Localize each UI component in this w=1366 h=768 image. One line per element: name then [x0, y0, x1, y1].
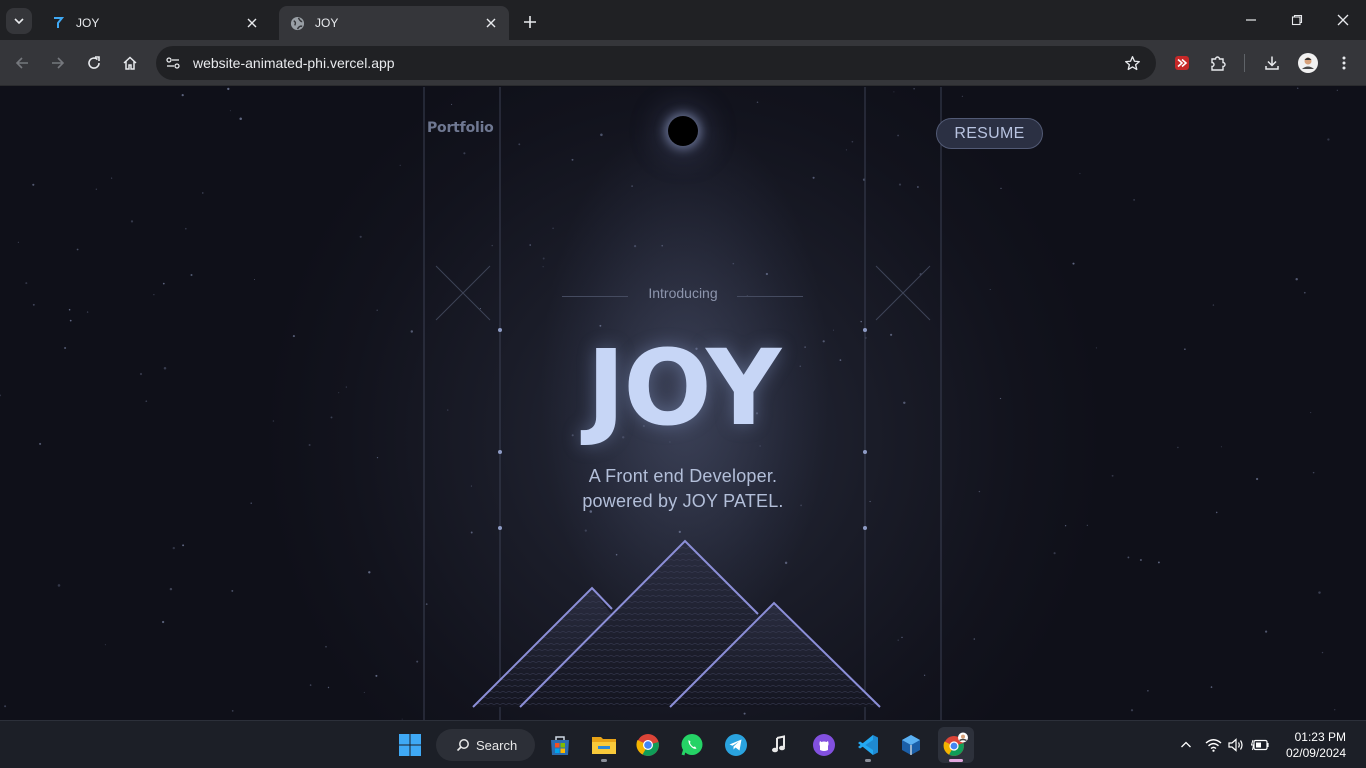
browser-toolbar: website-animated-phi.vercel.app [0, 40, 1366, 86]
home-button[interactable] [116, 49, 144, 77]
search-icon [456, 739, 469, 752]
resume-button[interactable]: RESUME [936, 118, 1043, 149]
tab-title: JOY [76, 16, 100, 30]
tab-search-button[interactable] [6, 8, 32, 34]
web-page: Portfolio RESUME Introducing JOY A Front… [0, 87, 1366, 720]
music-app-icon [772, 735, 785, 753]
tab-title: JOY [315, 16, 339, 30]
taskbar-whatsapp[interactable] [674, 727, 710, 763]
download-icon [1265, 56, 1279, 70]
toolbar-divider [1244, 54, 1245, 72]
system-clock[interactable]: 01:23 PM 02/09/2024 [1286, 729, 1346, 761]
browser-tab-bar: JOY JOY [0, 0, 1366, 40]
restore-button[interactable] [1282, 6, 1312, 34]
tab-joy-active[interactable]: JOY [279, 6, 509, 40]
close-tab-icon[interactable] [244, 15, 260, 31]
running-indicator [601, 759, 607, 762]
chrome-profile-icon [943, 732, 968, 756]
restore-icon [1291, 14, 1303, 26]
globe-icon [289, 15, 305, 31]
github-desktop-icon [813, 734, 835, 756]
plus-icon [524, 16, 536, 28]
telegram-icon [725, 734, 747, 756]
tab-joy-inactive[interactable]: JOY [40, 6, 270, 40]
puzzle-icon [1211, 56, 1226, 71]
arrow-left-icon [15, 57, 28, 69]
avatar [1298, 53, 1318, 73]
hero-tagline: A Front end Developer. [588, 466, 778, 486]
back-button[interactable] [8, 49, 36, 77]
taskbar-github-desktop[interactable] [806, 727, 842, 763]
close-tab-icon[interactable] [483, 15, 499, 31]
taskbar-music[interactable] [762, 727, 798, 763]
virtualbox-icon [902, 735, 920, 755]
file-explorer-icon [592, 737, 616, 754]
battery-charging-icon [1251, 739, 1269, 751]
whatsapp-icon [681, 734, 703, 756]
windows-start-icon [399, 734, 421, 756]
battery-button[interactable] [1250, 733, 1270, 757]
intro-text: Introducing [648, 285, 718, 301]
home-icon [123, 56, 137, 70]
search-label: Search [476, 737, 518, 753]
extension-red-icon [1175, 56, 1189, 70]
clock-date: 02/09/2024 [1285, 746, 1346, 760]
downloads-button[interactable] [1258, 49, 1286, 77]
start-button[interactable] [392, 727, 428, 763]
site-info-icon[interactable] [162, 52, 184, 74]
taskbar-search[interactable]: Search [436, 729, 535, 761]
chrome-icon [636, 734, 659, 756]
hero-title: JOY [586, 327, 782, 449]
speaker-icon [1227, 738, 1243, 752]
portfolio-logo[interactable]: Portfolio [427, 120, 494, 136]
taskbar-chrome-profile[interactable] [938, 727, 974, 763]
extension-button[interactable] [1168, 49, 1196, 77]
close-window-button[interactable] [1328, 6, 1358, 34]
browser-menu-button[interactable] [1330, 49, 1358, 77]
arrow-right-icon [52, 57, 65, 69]
close-icon [1337, 14, 1349, 26]
new-tab-button[interactable] [518, 10, 542, 34]
running-indicator [865, 759, 871, 762]
profile-button[interactable] [1294, 49, 1322, 77]
extensions-menu-button[interactable] [1204, 49, 1232, 77]
bookmark-star-icon[interactable] [1120, 51, 1144, 75]
wifi-button[interactable] [1203, 733, 1223, 757]
taskbar-vscode[interactable] [850, 727, 886, 763]
taskbar-telegram[interactable] [718, 727, 754, 763]
show-hidden-icons-button[interactable] [1176, 733, 1196, 757]
minimize-icon [1246, 19, 1256, 21]
url-text[interactable]: website-animated-phi.vercel.app [193, 55, 1120, 71]
windows-taskbar: Search 01:23 PM 02/09/2024 [0, 720, 1366, 768]
joy-logo-icon [50, 15, 66, 31]
wifi-icon [1205, 739, 1221, 752]
volume-button[interactable] [1226, 733, 1246, 757]
reload-button[interactable] [80, 49, 108, 77]
taskbar-chrome[interactable] [630, 727, 666, 763]
running-indicator [949, 759, 963, 762]
eclipse-moon [668, 116, 698, 146]
taskbar-file-explorer[interactable] [586, 727, 622, 763]
intro-divider-right [737, 296, 803, 297]
taskbar-app-store[interactable] [542, 727, 578, 763]
chevron-down-icon [14, 18, 24, 25]
forward-button[interactable] [44, 49, 72, 77]
vscode-icon [858, 735, 878, 755]
microsoft-store-icon [551, 736, 569, 755]
taskbar-virtualbox[interactable] [893, 727, 929, 763]
chevron-up-icon [1181, 741, 1191, 748]
hero-subtagline: powered by JOY PATEL. [582, 491, 784, 511]
minimize-button[interactable] [1236, 6, 1266, 34]
clock-time: 01:23 PM [1294, 730, 1346, 744]
address-bar[interactable]: website-animated-phi.vercel.app [156, 46, 1156, 80]
pyramids-illustration [472, 539, 881, 708]
reload-icon [88, 56, 100, 69]
kebab-menu-icon [1342, 56, 1346, 70]
